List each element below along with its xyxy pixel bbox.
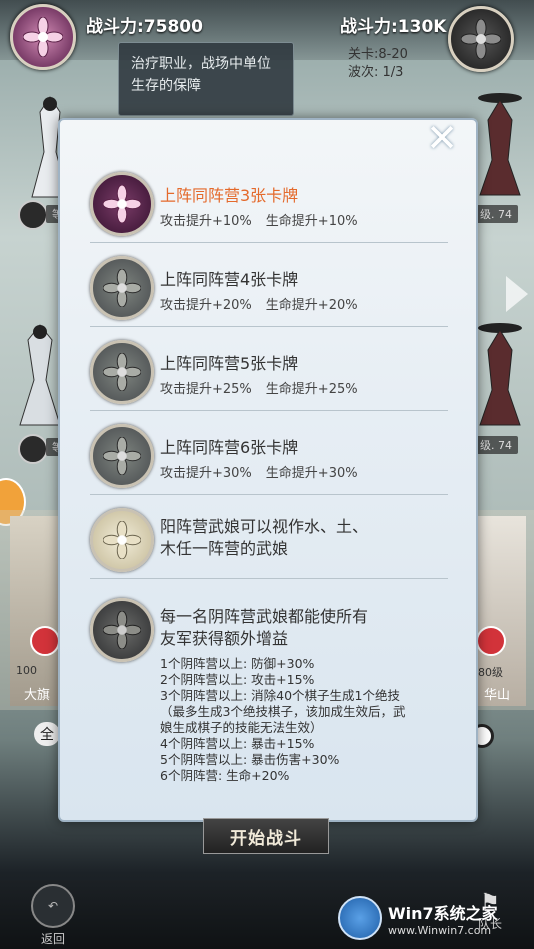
yin-bonus-item: 1个阴阵营以上: 防御+30% [160, 656, 315, 671]
bonus-row-5: 上阵同阵营5张卡牌 攻击提升+25% 生命提升+25% [90, 328, 448, 411]
bonus-values: 攻击提升+20% 生命提升+20% [160, 294, 372, 313]
back-label: 返回 [40, 932, 65, 946]
yin-line-2: 友军获得额外增益 [160, 629, 289, 648]
yin-description: 每一名阴阵营武娘都能使所有 友军获得额外增益 [160, 606, 368, 650]
back-arrow-icon: ↶ [31, 884, 75, 928]
enemy-camp-emblem [448, 6, 514, 72]
yang-line-2: 木任一阵营的武娘 [160, 539, 289, 558]
life-bonus: 生命提升+25% [265, 382, 358, 397]
watermark-brand: Win7系统之家 [388, 903, 498, 923]
yin-yang-icon [18, 200, 48, 230]
class-tooltip: 治疗职业，战场中单位生存的保障 [118, 42, 294, 116]
watermark: Win7系统之家 www.Winwin7.com [338, 896, 534, 946]
life-bonus: 生命提升+30% [265, 466, 358, 481]
yin-bonus-item: 娘生成棋子的技能无法生效） [160, 720, 323, 735]
card-name: 大旗 [24, 688, 51, 703]
yang-camp-row: 阳阵营武娘可以视作水、土、 木任一阵营的武娘 [90, 496, 448, 579]
bonus-row-3: 上阵同阵营3张卡牌 攻击提升+10% 生命提升+10% [90, 166, 448, 243]
stage-label: 关卡:8-20 [348, 47, 408, 62]
enemy-warrior[interactable] [470, 90, 530, 200]
bonus-title: 上阵同阵营6张卡牌 [160, 438, 299, 457]
stage-info: 关卡:8-20 波次: 1/3 [338, 42, 450, 86]
yin-camp-icon [90, 598, 154, 662]
enemy-warrior[interactable] [470, 320, 530, 430]
hero-card-left[interactable] [10, 516, 58, 706]
attack-bonus: 攻击提升+10% [160, 214, 252, 229]
card-name: 华山 [484, 688, 511, 703]
attack-bonus: 攻击提升+30% [160, 466, 252, 481]
flower-icon [461, 19, 501, 59]
yang-camp-icon [90, 508, 154, 572]
bonus-row-6: 上阵同阵营6张卡牌 攻击提升+30% 生命提升+30% [90, 412, 448, 495]
life-bonus: 生命提升+20% [265, 298, 358, 313]
card-level: 100 [16, 664, 37, 677]
wave-label: 波次: 1/3 [348, 65, 404, 80]
bonus-title: 上阵同阵营4张卡牌 [160, 270, 299, 289]
yin-bonus-item: 3个阴阵营以上: 消除40个棋子生成1个绝技 [160, 688, 400, 703]
select-all-button[interactable]: 全 [34, 722, 60, 746]
check-icon [30, 626, 60, 656]
yin-bonus-item: （最多生成3个绝技棋子，该加成生效后，武 [160, 704, 406, 719]
flower-icon [23, 17, 63, 57]
start-battle-button[interactable]: 开始战斗 [203, 818, 329, 854]
grey-camp-icon [90, 256, 154, 320]
bonus-row-4: 上阵同阵营4张卡牌 攻击提升+20% 生命提升+20% [90, 244, 448, 327]
grey-camp-icon [90, 424, 154, 488]
pink-camp-icon [90, 172, 154, 236]
windows-logo-icon [338, 896, 382, 940]
yin-bonus-item: 5个阴阵营以上: 暴击伤害+30% [160, 752, 340, 767]
attack-bonus: 攻击提升+25% [160, 382, 252, 397]
level-tag: 级. 74 [474, 205, 518, 223]
yin-yang-icon [18, 434, 48, 464]
level-tag: 级. 74 [474, 436, 518, 454]
yin-line-1: 每一名阴阵营武娘都能使所有 [160, 607, 369, 626]
player-power: 战斗力:75800 [86, 17, 203, 37]
attack-bonus: 攻击提升+20% [160, 298, 252, 313]
yin-camp-section: 每一名阴阵营武娘都能使所有 友军获得额外增益 1个阴阵营以上: 防御+30% 2… [90, 580, 460, 812]
yin-bonus-item: 4个阴阵营以上: 暴击+15% [160, 736, 315, 751]
bonus-title: 上阵同阵营5张卡牌 [160, 354, 299, 373]
yin-bonus-item: 2个阴阵营以上: 攻击+15% [160, 672, 315, 687]
bonus-values: 攻击提升+25% 生命提升+25% [160, 378, 372, 397]
bonus-values: 攻击提升+10% 生命提升+10% [160, 210, 372, 229]
player-camp-emblem [10, 4, 76, 70]
grey-camp-icon [90, 340, 154, 404]
yin-bonus-list: 1个阴阵营以上: 防御+30% 2个阴阵营以上: 攻击+15% 3个阴阵营以上:… [160, 656, 450, 784]
life-bonus: 生命提升+10% [265, 214, 358, 229]
enemy-power: 战斗力:130K [340, 17, 447, 37]
check-icon [476, 626, 506, 656]
yang-description: 阳阵营武娘可以视作水、土、 木任一阵营的武娘 [160, 516, 368, 560]
yin-bonus-item: 6个阴阵营: 生命+20% [160, 768, 290, 783]
bonus-title: 上阵同阵营3张卡牌 [160, 186, 299, 205]
right-arrow-icon[interactable] [506, 276, 528, 312]
watermark-url: www.Winwin7.com [388, 923, 492, 937]
yang-line-1: 阳阵营武娘可以视作水、土、 [160, 517, 369, 536]
card-level: 80级 [478, 666, 503, 679]
back-button[interactable]: ↶ 返回 [28, 884, 78, 946]
close-icon[interactable]: ✕ [424, 116, 460, 160]
bonus-values: 攻击提升+30% 生命提升+30% [160, 462, 372, 481]
